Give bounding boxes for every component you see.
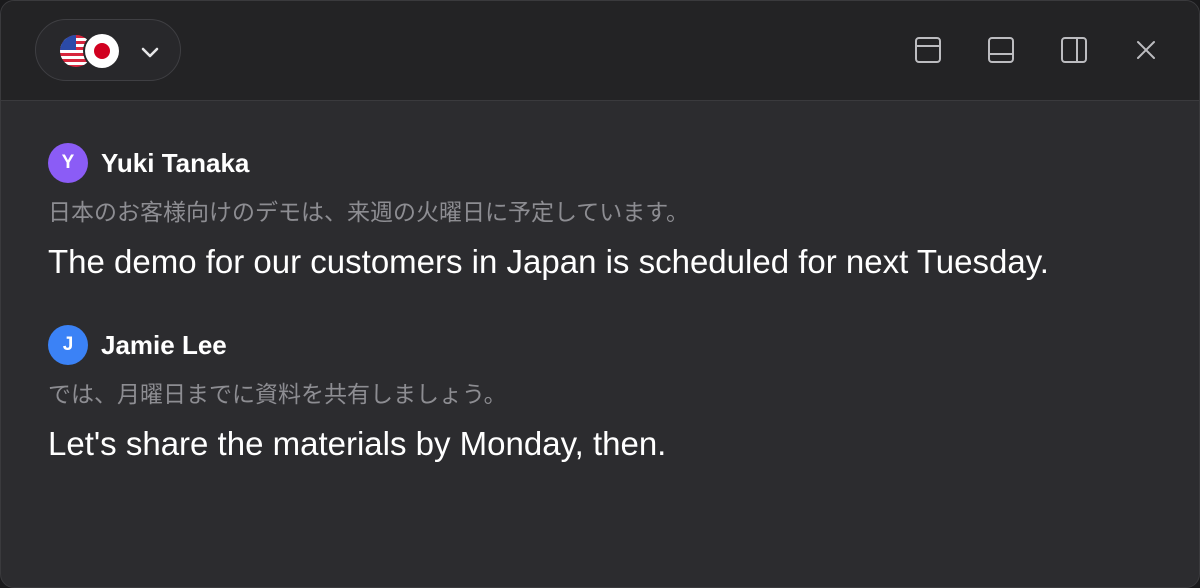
close-icon [1130, 34, 1162, 66]
translated-text: Let's share the materials by Monday, the… [48, 425, 667, 462]
avatar: Y [48, 143, 88, 183]
message-header: J Jamie Lee [48, 323, 1179, 365]
title-bar [1, 1, 1199, 101]
original-text: 日本のお客様向けのデモは、来週の火曜日に予定しています。 [48, 199, 690, 225]
translated-text: The demo for our customers in Japan is s… [48, 243, 1049, 280]
message: Y Yuki Tanaka 日本のお客様向けのデモは、来週の火曜日に予定していま… [48, 141, 1179, 284]
layout-top-panel-button[interactable] [912, 34, 944, 66]
layout-top-panel-icon [912, 34, 944, 66]
avatar: J [48, 325, 88, 365]
japan-flag-icon [85, 34, 119, 68]
layout-side-panel-icon [1058, 34, 1090, 66]
original-text: では、月曜日までに資料を共有しましょう。 [48, 381, 507, 407]
message-header: Y Yuki Tanaka [48, 141, 1179, 183]
message-list: Y Yuki Tanaka 日本のお客様向けのデモは、来週の火曜日に予定していま… [48, 141, 1179, 466]
close-button[interactable] [1130, 34, 1162, 66]
message: J Jamie Lee では、月曜日までに資料を共有しましょう。 Let's s… [48, 323, 1179, 466]
translation-window: Y Yuki Tanaka 日本のお客様向けのデモは、来週の火曜日に予定していま… [0, 0, 1200, 588]
layout-side-panel-button[interactable] [1058, 34, 1090, 66]
author-name: Yuki Tanaka [101, 148, 250, 178]
layout-bottom-panel-button[interactable] [985, 34, 1017, 66]
author-name: Jamie Lee [101, 330, 227, 360]
chevron-down-icon [138, 40, 162, 64]
layout-bottom-panel-icon [985, 34, 1017, 66]
language-pair-dropdown[interactable] [35, 19, 181, 81]
